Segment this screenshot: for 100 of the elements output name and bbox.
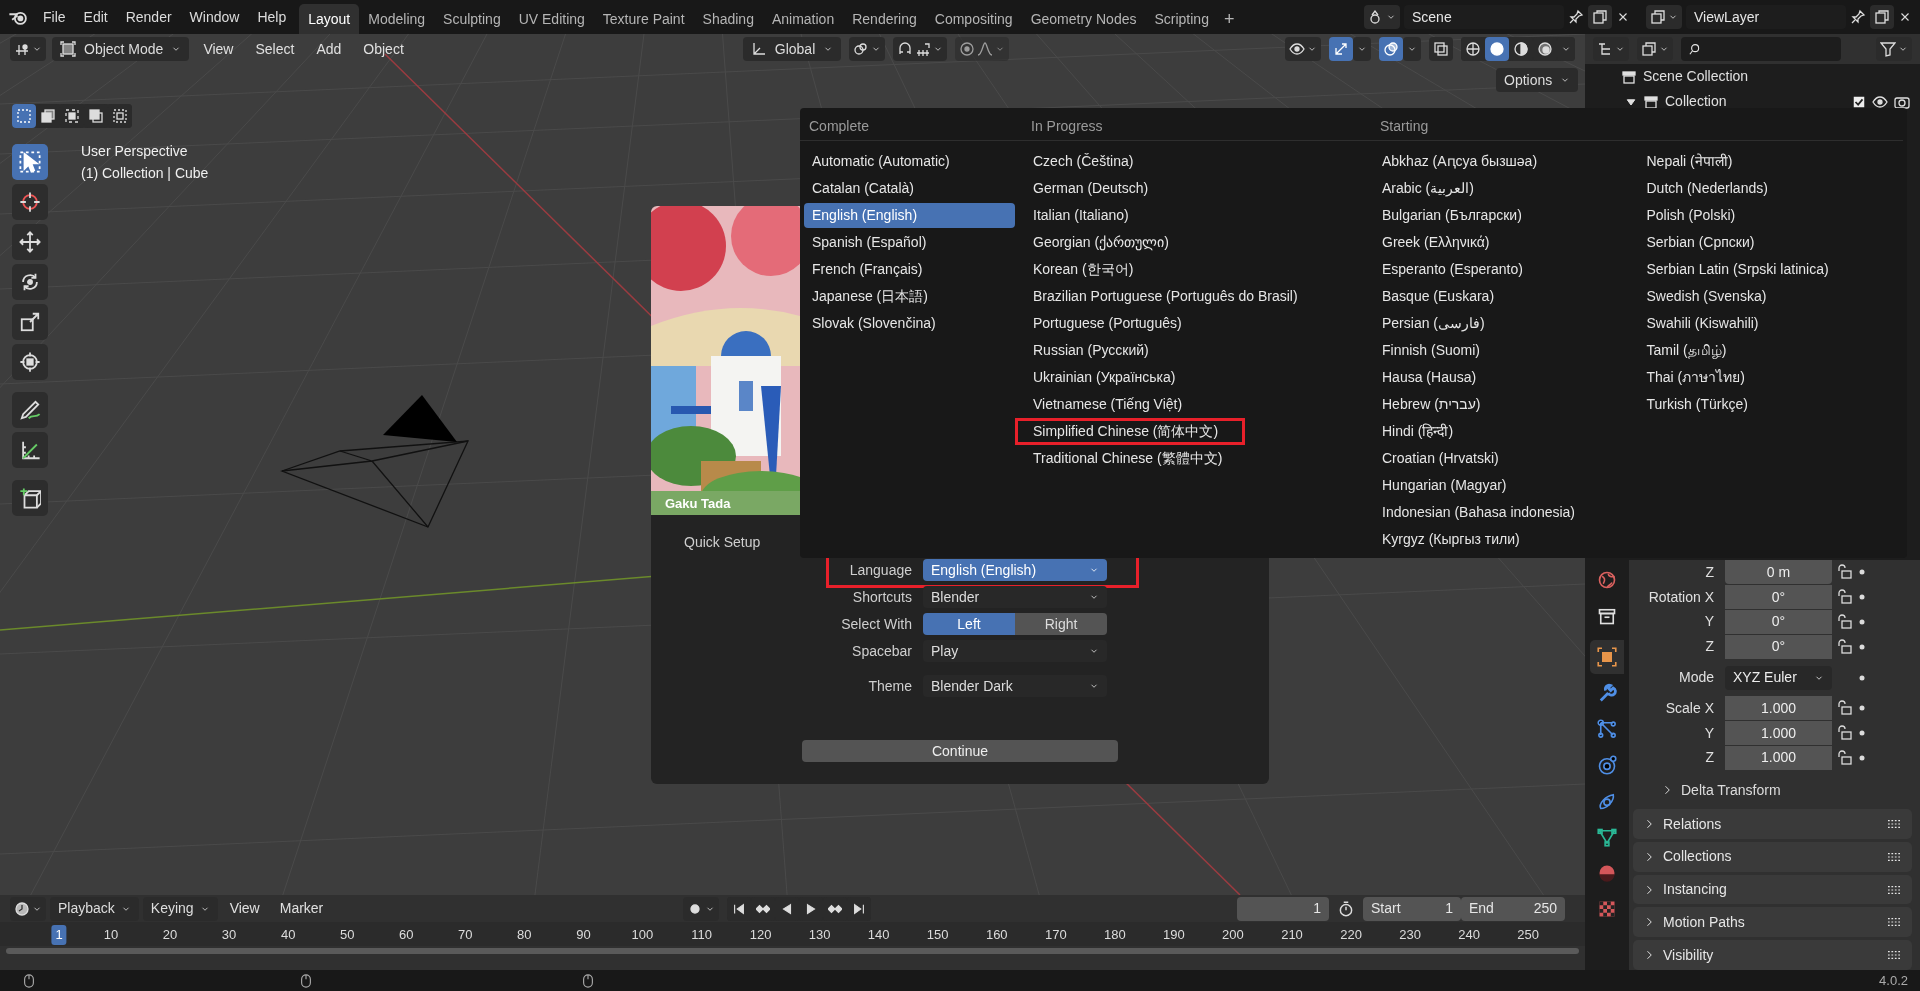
menu-item[interactable]: Add	[308, 36, 350, 62]
language-option[interactable]: Serbian Latin (Srpski latinica)	[1638, 257, 1903, 282]
language-option[interactable]: Russian (Русский)	[1025, 338, 1374, 363]
menu-item[interactable]: Marker	[271, 896, 332, 921]
view-layer-button[interactable]	[1637, 37, 1673, 61]
language-option[interactable]: Swedish (Svenska)	[1638, 284, 1903, 309]
keyframe-dot-icon[interactable]	[1858, 593, 1866, 602]
visibility-button[interactable]	[1285, 37, 1321, 61]
unlocked-icon[interactable]	[1837, 564, 1853, 581]
language-option[interactable]: Swahili (Kiswahili)	[1638, 311, 1903, 336]
workspace-tab[interactable]: Sculpting	[434, 4, 510, 34]
language-option[interactable]: English (English)	[804, 203, 1015, 228]
unlocked-icon[interactable]	[1837, 589, 1853, 606]
language-option[interactable]: Persian (فارسی)	[1374, 311, 1639, 336]
gizmo-button[interactable]	[1329, 37, 1353, 61]
language-option[interactable]: Esperanto (Esperanto)	[1374, 257, 1639, 282]
number-field[interactable]: 1.000	[1725, 745, 1832, 770]
pivot-button[interactable]	[10, 37, 46, 61]
start-frame-field[interactable]: Start 1	[1363, 896, 1461, 921]
language-option[interactable]: Tamil (தமிழ்)	[1638, 338, 1903, 363]
language-option[interactable]: Nepali (नेपाली)	[1638, 149, 1903, 174]
menu-item[interactable]: Render	[116, 4, 181, 30]
language-option[interactable]: Slovak (Slovenčina)	[804, 311, 1015, 336]
scene-field[interactable]: Scene	[1404, 5, 1564, 29]
workspace-tab[interactable]: Animation	[762, 4, 844, 34]
duplicate-button[interactable]	[1870, 5, 1894, 29]
language-option[interactable]: Hungarian (Magyar)	[1374, 473, 1639, 498]
shading-button[interactable]	[1485, 37, 1509, 61]
language-option[interactable]: Hindi (हिन्दी)	[1374, 419, 1639, 444]
language-option[interactable]: Hebrew (עברית)	[1374, 392, 1639, 417]
tool-button[interactable]	[12, 264, 48, 300]
number-field[interactable]: 0°	[1725, 585, 1832, 610]
end-frame-field[interactable]: End 250	[1461, 896, 1565, 921]
display-mode-button[interactable]	[1593, 37, 1629, 61]
keyframe-dot-icon[interactable]	[1858, 673, 1866, 682]
search-field[interactable]	[1681, 37, 1841, 61]
language-option[interactable]: Bulgarian (Български)	[1374, 203, 1639, 228]
language-option[interactable]: Spanish (Español)	[804, 230, 1015, 255]
options-dropdown[interactable]: Options	[1496, 68, 1579, 92]
keyframe-dot-icon[interactable]	[1858, 642, 1866, 651]
workspace-tab[interactable]: UV Editing	[509, 4, 594, 34]
language-option[interactable]: Brazilian Portuguese (Português do Brasil)	[1025, 284, 1374, 309]
properties-tab[interactable]	[1590, 640, 1624, 674]
tool-button[interactable]	[12, 304, 48, 340]
editor-type-button[interactable]	[10, 896, 46, 921]
panel-header[interactable]: Collections	[1633, 841, 1912, 872]
workspace-tab[interactable]: Layout	[299, 4, 360, 34]
selector-button[interactable]	[1646, 5, 1682, 29]
language-option[interactable]: Vietnamese (Tiếng Việt)	[1025, 392, 1374, 417]
mode-dropdown[interactable]: XYZ Euler	[1725, 665, 1832, 690]
keyframe-dot-icon[interactable]	[1858, 704, 1866, 713]
keyframe-dot-icon[interactable]	[1858, 753, 1866, 762]
language-option[interactable]: Kyrgyz (Кыргыз тили)	[1374, 527, 1639, 552]
proportional-edit-button[interactable]	[955, 37, 1010, 61]
language-option[interactable]: Traditional Chinese (繁體中文)	[1025, 446, 1374, 471]
unlocked-icon[interactable]	[1837, 725, 1853, 742]
toggle-option[interactable]: Right	[1015, 613, 1107, 635]
language-option[interactable]: Ukrainian (Українська)	[1025, 365, 1374, 390]
tool-button[interactable]	[12, 432, 48, 468]
language-option[interactable]: Serbian (Српски)	[1638, 230, 1903, 255]
select-mode-button[interactable]	[12, 104, 36, 128]
tool-button[interactable]	[12, 144, 48, 180]
language-option[interactable]: Catalan (Català)	[804, 176, 1015, 201]
unlocked-icon[interactable]	[1837, 614, 1853, 630]
language-option[interactable]: German (Deutsch)	[1025, 176, 1374, 201]
menu-item[interactable]: Playback	[50, 896, 139, 921]
mode-dropdown[interactable]: Object Mode	[52, 37, 190, 61]
record-button[interactable]	[683, 896, 720, 921]
menu-item[interactable]: Object	[355, 36, 412, 62]
number-field[interactable]: 0°	[1725, 634, 1832, 659]
language-option[interactable]: Thai (ภาษาไทย)	[1638, 365, 1903, 390]
keyframe-dot-icon[interactable]	[1858, 729, 1866, 738]
language-option[interactable]: Arabic (العربية)	[1374, 176, 1639, 201]
language-option[interactable]: Hausa (Hausa)	[1374, 365, 1639, 390]
pivot-point-button[interactable]	[849, 37, 886, 61]
menu-item[interactable]: Help	[248, 4, 296, 30]
menu-item[interactable]: View	[221, 896, 268, 921]
workspace-tab[interactable]: Compositing	[925, 4, 1022, 34]
overlays-button[interactable]	[1379, 37, 1403, 61]
keyframe-dot-icon[interactable]	[1858, 568, 1866, 577]
menu-item[interactable]: Select	[247, 36, 303, 62]
language-option[interactable]: French (Français)	[804, 257, 1015, 282]
unlocked-icon[interactable]	[1837, 749, 1853, 766]
orientation-dropdown[interactable]: Global	[742, 37, 842, 61]
unlocked-icon[interactable]	[1837, 700, 1853, 717]
language-option[interactable]: Japanese (日本語)	[804, 284, 1015, 309]
eye-icon[interactable]	[1872, 93, 1888, 110]
language-option[interactable]: Korean (한국어)	[1025, 257, 1374, 282]
keyframe-dot-icon[interactable]	[1858, 618, 1866, 626]
language-option[interactable]: Automatic (Automatic)	[804, 149, 1015, 174]
language-option[interactable]: Basque (Euskara)	[1374, 284, 1639, 309]
tool-button[interactable]	[12, 480, 48, 516]
xray-button[interactable]	[1429, 37, 1453, 61]
setting-dropdown[interactable]: Blender Dark	[923, 675, 1107, 697]
language-option[interactable]: Indonesian (Bahasa indonesia)	[1374, 500, 1639, 525]
tool-button[interactable]	[12, 392, 48, 428]
menu-item[interactable]: View	[195, 36, 242, 62]
outliner-item[interactable]: Scene Collection	[1643, 66, 1749, 87]
pin-icon[interactable]	[1850, 9, 1866, 25]
setting-dropdown[interactable]: English (English)	[923, 559, 1107, 581]
